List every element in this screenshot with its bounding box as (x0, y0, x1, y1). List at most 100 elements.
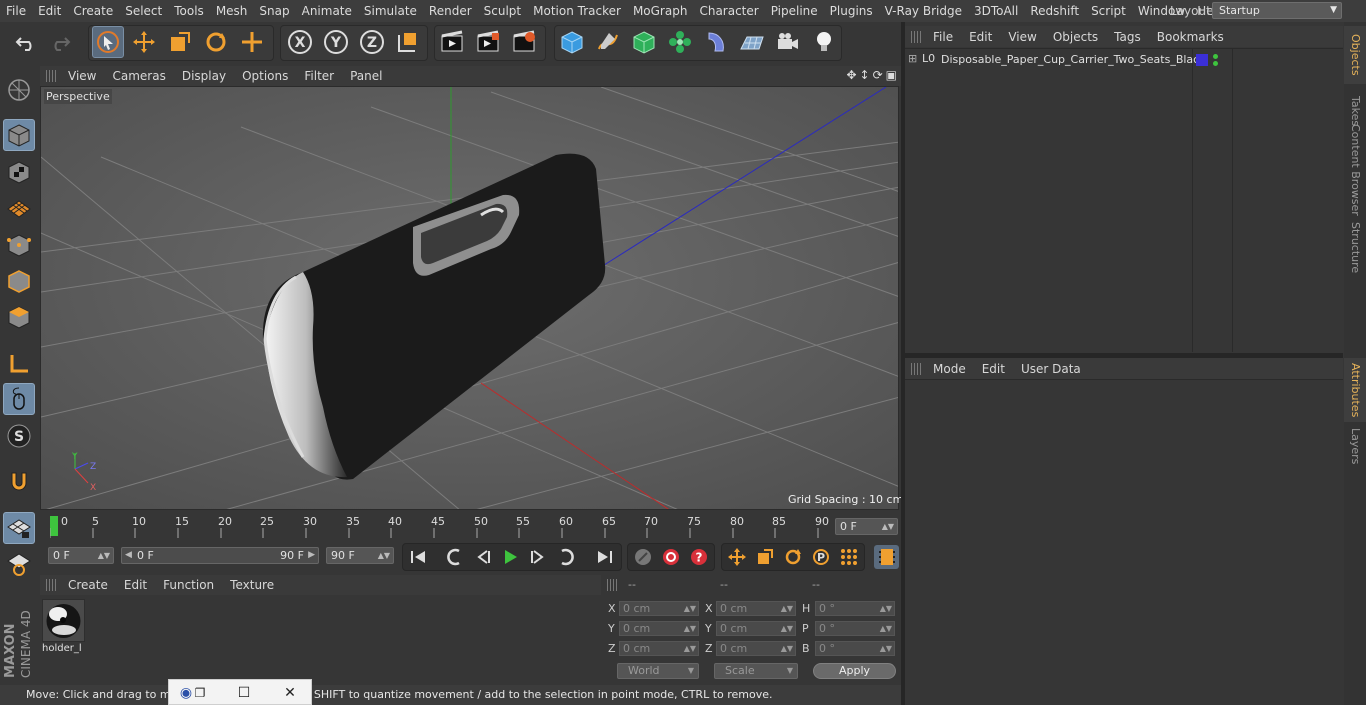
polygons-mode-icon[interactable] (3, 301, 35, 333)
z-axis-lock-icon[interactable]: Z (356, 26, 388, 58)
menu-character[interactable]: Character (693, 0, 764, 22)
maximize-icon[interactable]: ☐ (233, 683, 255, 703)
objects-menu-view[interactable]: View (1000, 30, 1044, 44)
menu-plugins[interactable]: Plugins (824, 0, 879, 22)
tab-layers[interactable]: Layers (1344, 424, 1366, 468)
recent-tools-icon[interactable] (236, 26, 268, 58)
rotate-icon[interactable] (200, 26, 232, 58)
scale-key-icon[interactable] (752, 545, 777, 569)
stepper-icon[interactable]: ▲▼ (378, 548, 390, 563)
attributes-menu-mode[interactable]: Mode (925, 362, 974, 376)
material-menu-texture[interactable]: Texture (222, 578, 282, 592)
redo-icon[interactable] (44, 26, 76, 58)
viewport-menu-options[interactable]: Options (234, 66, 296, 86)
panel-grip-icon[interactable] (911, 30, 921, 43)
cloner-icon[interactable] (664, 26, 696, 58)
tab-structure[interactable]: Structure (1344, 220, 1366, 276)
record-keys-icon[interactable] (630, 545, 655, 569)
position-z-field[interactable]: 0 cm ▲▼ (619, 641, 699, 656)
auto-keying-icon[interactable] (658, 545, 683, 569)
size-mode-dropdown[interactable]: Scale ▼ (714, 663, 798, 679)
menu-file[interactable]: File (0, 0, 32, 22)
viewport-menu-cameras[interactable]: Cameras (104, 66, 173, 86)
size-y-field[interactable]: 0 cm ▲▼ (716, 621, 796, 636)
viewport-3d[interactable]: Y Z X (40, 86, 899, 510)
scale-icon[interactable] (164, 26, 196, 58)
solo-icon[interactable]: S (3, 420, 35, 452)
menu-snap[interactable]: Snap (253, 0, 295, 22)
menu-render[interactable]: Render (423, 0, 478, 22)
stepper-icon[interactable]: ▲▼ (781, 642, 793, 655)
position-x-field[interactable]: 0 cm ▲▼ (619, 601, 699, 616)
menu-3dtoall[interactable]: 3DToAll (968, 0, 1024, 22)
position-y-field[interactable]: 0 cm ▲▼ (619, 621, 699, 636)
edges-mode-icon[interactable] (3, 265, 35, 297)
range-right-arrow-icon[interactable]: ▶ (308, 548, 315, 563)
cube-primitive-icon[interactable] (556, 26, 588, 58)
range-left-arrow-icon[interactable]: ◀ (125, 548, 132, 563)
menu-tools[interactable]: Tools (168, 0, 210, 22)
coordinate-space-dropdown[interactable]: World ▼ (617, 663, 699, 679)
material-menu-function[interactable]: Function (155, 578, 222, 592)
stepper-icon[interactable]: ▲▼ (98, 548, 110, 563)
apply-button[interactable]: Apply (813, 663, 896, 679)
maximize-view-icon[interactable]: ▣ (886, 68, 897, 82)
menu-mesh[interactable]: Mesh (210, 0, 254, 22)
render-to-picture-viewer-icon[interactable] (472, 26, 504, 58)
tab-attributes[interactable]: Attributes (1344, 358, 1366, 422)
stepper-icon[interactable]: ▲▼ (781, 622, 793, 635)
menu-motion-tracker[interactable]: Motion Tracker (527, 0, 627, 22)
undo-icon[interactable] (10, 26, 42, 58)
menu-animate[interactable]: Animate (296, 0, 358, 22)
make-editable-icon[interactable] (3, 74, 35, 106)
material-menu-create[interactable]: Create (60, 578, 116, 592)
expand-icon[interactable]: ⊞ (908, 52, 917, 65)
material-thumbnail[interactable] (42, 599, 85, 642)
live-selection-icon[interactable] (92, 26, 124, 58)
stepper-icon[interactable]: ▲▼ (880, 642, 892, 655)
rotate-view-icon[interactable]: ⟳ (873, 68, 883, 82)
animation-mode-icon[interactable] (3, 548, 35, 580)
next-key-icon[interactable] (525, 545, 550, 569)
coordinate-system-icon[interactable] (392, 26, 424, 58)
menu-mograph[interactable]: MoGraph (627, 0, 694, 22)
objects-menu-bookmarks[interactable]: Bookmarks (1149, 30, 1232, 44)
snap-icon[interactable] (3, 466, 35, 498)
stepper-icon[interactable]: ▲▼ (684, 602, 696, 615)
panel-grip-icon[interactable] (46, 70, 56, 82)
render-view-icon[interactable] (436, 26, 468, 58)
light-icon[interactable] (808, 26, 840, 58)
layer-color-swatch[interactable] (1196, 54, 1208, 66)
current-frame-field[interactable]: 0 F ▲▼ (835, 518, 898, 535)
render-settings-icon[interactable] (508, 26, 540, 58)
viewport-menu-display[interactable]: Display (174, 66, 234, 86)
panel-grip-icon[interactable] (46, 579, 56, 591)
attributes-menu-edit[interactable]: Edit (974, 362, 1013, 376)
stepper-icon[interactable]: ▲▼ (684, 642, 696, 655)
menu-select[interactable]: Select (119, 0, 168, 22)
camera-icon[interactable] (772, 26, 804, 58)
rotation-key-icon[interactable] (780, 545, 805, 569)
rotation-p-field[interactable]: 0 ° ▲▼ (815, 621, 895, 636)
panel-grip-icon[interactable] (911, 362, 921, 375)
workplane-icon[interactable] (3, 192, 35, 224)
start-frame-field[interactable]: 0 F ▲▼ (48, 547, 114, 564)
menu-simulate[interactable]: Simulate (358, 0, 423, 22)
keyframe-selection-icon[interactable]: ? (686, 545, 711, 569)
size-z-field[interactable]: 0 cm ▲▼ (716, 641, 796, 656)
close-icon[interactable]: ✕ (279, 683, 301, 703)
menu-create[interactable]: Create (67, 0, 119, 22)
go-to-start-icon[interactable] (405, 545, 430, 569)
axis-mode-icon[interactable] (3, 348, 35, 380)
point-level-anim-icon[interactable] (836, 545, 861, 569)
layout-dropdown[interactable]: Startup ▼ (1212, 2, 1342, 19)
objects-menu-tags[interactable]: Tags (1106, 30, 1149, 44)
frame-range-slider[interactable]: ◀ 0 F 90 F ▶ (121, 547, 319, 564)
go-to-end-icon[interactable] (592, 545, 617, 569)
points-mode-icon[interactable] (3, 229, 35, 261)
menu-pipeline[interactable]: Pipeline (765, 0, 824, 22)
rotation-h-field[interactable]: 0 ° ▲▼ (815, 601, 895, 616)
rotation-b-field[interactable]: 0 ° ▲▼ (815, 641, 895, 656)
objects-menu-file[interactable]: File (925, 30, 961, 44)
camera-label[interactable]: Perspective (44, 89, 112, 104)
